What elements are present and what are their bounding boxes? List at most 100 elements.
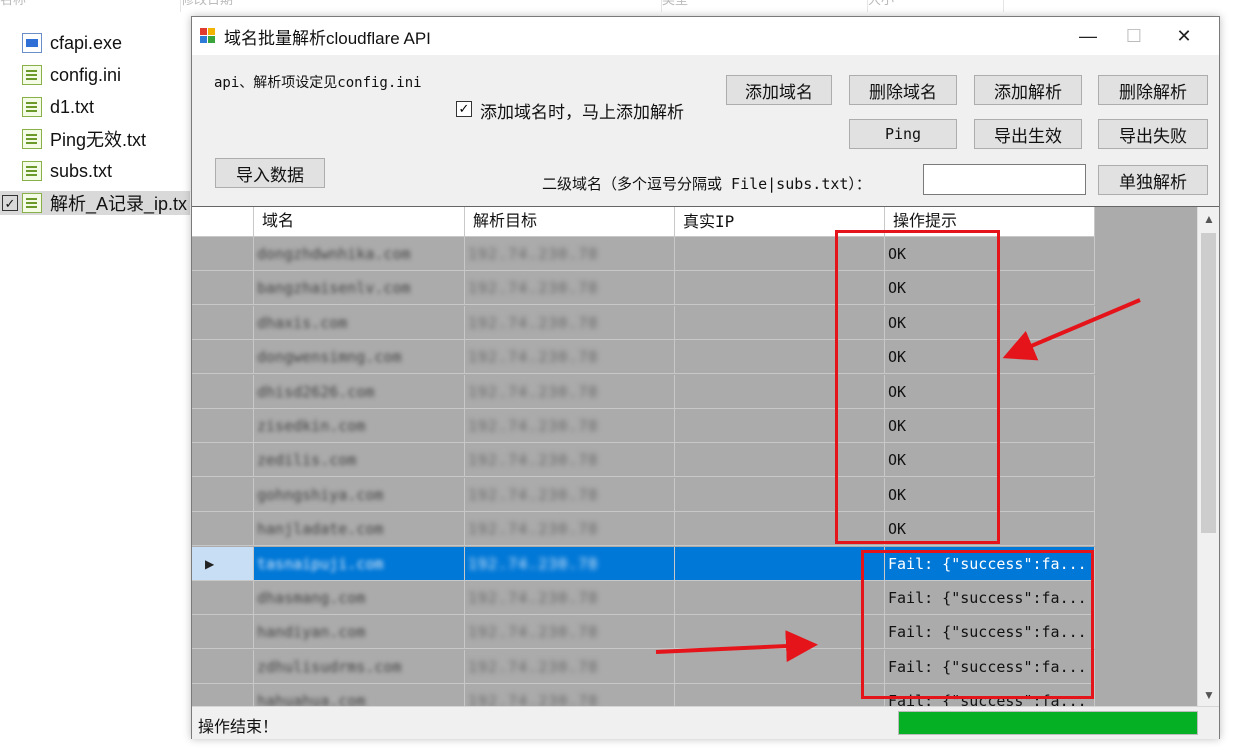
cell-target[interactable]: 192.74.230.78 (465, 305, 675, 340)
text-file-icon (22, 129, 42, 149)
close-button[interactable]: ✕ (1161, 17, 1207, 55)
subdomain-input[interactable] (923, 164, 1086, 195)
explorer-file-item-selected[interactable]: ✓ 解析_A记录_ip.tx (0, 191, 190, 215)
scroll-thumb[interactable] (1201, 233, 1216, 533)
cell-real-ip[interactable] (675, 581, 885, 615)
row-header[interactable] (192, 374, 254, 409)
maximize-button[interactable]: ☐ (1111, 17, 1157, 55)
file-name: config.ini (50, 64, 122, 85)
ok-highlight-box (835, 230, 1000, 544)
row-header[interactable] (192, 581, 254, 615)
cell-text: hahuahua.com (257, 692, 366, 707)
cell-domain[interactable]: dhaxis.com (254, 305, 465, 340)
cell-domain[interactable]: dongwensimng.com (254, 340, 465, 375)
cell-target[interactable]: 192.74.230.78 (465, 477, 675, 512)
cell-domain[interactable]: zdhulisudrms.com (254, 649, 465, 684)
cell-text: 192.74.230.78 (468, 245, 599, 263)
minimize-button[interactable]: — (1065, 17, 1111, 55)
cell-target[interactable]: 192.74.230.78 (465, 615, 675, 650)
add-domain-button[interactable]: 添加域名 (726, 75, 832, 105)
single-resolve-button[interactable]: 单独解析 (1098, 165, 1208, 195)
cell-text: tasnaipuji.com (257, 554, 384, 573)
title-bar[interactable]: 域名批量解析cloudflare API — ☐ ✕ (192, 17, 1219, 55)
cell-domain[interactable]: hahuahua.com (254, 684, 465, 707)
column-header-target[interactable]: 解析目标 (465, 207, 675, 237)
progress-bar (898, 711, 1198, 735)
cell-domain[interactable]: dhasmang.com (254, 581, 465, 615)
row-header[interactable] (192, 615, 254, 650)
cell-target[interactable]: 192.74.230.78 (465, 374, 675, 409)
cell-target[interactable]: 192.74.230.78 (465, 581, 675, 615)
row-header[interactable] (192, 649, 254, 684)
delete-domain-button[interactable]: 删除域名 (849, 75, 957, 105)
column-header-domain[interactable]: 域名 (254, 207, 465, 237)
cell-target[interactable]: 192.74.230.78 (465, 409, 675, 443)
cell-target[interactable]: 192.74.230.78 (465, 512, 675, 547)
cell-domain[interactable]: hanjladate.com (254, 512, 465, 547)
cell-domain[interactable]: dhisd2626.com (254, 374, 465, 409)
scroll-down-icon[interactable]: ▼ (1198, 685, 1219, 705)
exe-icon (22, 33, 42, 53)
auto-resolve-label: 添加域名时，马上添加解析 (480, 103, 684, 122)
import-data-button[interactable]: 导入数据 (215, 158, 325, 188)
auto-resolve-checkbox[interactable]: ✓ (456, 101, 472, 117)
cell-target[interactable]: 192.74.230.78 (465, 649, 675, 684)
row-header[interactable] (192, 237, 254, 271)
explorer-header-type[interactable]: 类型 (662, 0, 868, 12)
cell-target[interactable]: 192.74.230.78 (465, 271, 675, 306)
cell-target[interactable]: 192.74.230.78 (465, 684, 675, 707)
explorer-file-item[interactable]: Ping无效.txt (22, 127, 146, 151)
row-header[interactable] (192, 340, 254, 375)
cell-domain[interactable]: handiyan.com (254, 615, 465, 650)
app-icon (200, 28, 216, 44)
cell-text: dongzhdwnhika.com (257, 245, 411, 263)
explorer-column-header: 名称 修改日期 类型 大小 (0, 0, 1010, 12)
cell-text: zisedkin.com (257, 417, 366, 435)
cell-text: zdhulisudrms.com (257, 657, 402, 676)
explorer-header-name[interactable]: 名称 (0, 0, 181, 12)
cell-real-ip[interactable] (675, 684, 885, 707)
grid-corner-header[interactable] (192, 207, 254, 237)
explorer-header-size[interactable]: 大小 (868, 0, 1004, 12)
cell-domain[interactable]: dongzhdwnhika.com (254, 237, 465, 271)
cell-real-ip[interactable] (675, 615, 885, 650)
export-ok-button[interactable]: 导出生效 (974, 119, 1082, 149)
file-name: Ping无效.txt (50, 130, 147, 150)
cell-text: 192.74.230.78 (468, 417, 599, 435)
cell-target[interactable]: 192.74.230.78 (465, 340, 675, 375)
file-checkbox[interactable]: ✓ (2, 195, 18, 211)
row-header[interactable] (192, 477, 254, 512)
cell-domain[interactable]: zisedkin.com (254, 409, 465, 443)
file-name: cfapi.exe (50, 32, 123, 53)
cell-domain[interactable]: gohngshiya.com (254, 477, 465, 512)
cell-real-ip[interactable] (675, 649, 885, 684)
cell-text: dhisd2626.com (257, 382, 375, 401)
row-header[interactable] (192, 409, 254, 443)
cell-real-ip[interactable] (675, 546, 885, 581)
cell-domain[interactable]: tasnaipuji.com (254, 546, 465, 581)
explorer-file-item[interactable]: config.ini (22, 63, 121, 87)
row-header[interactable]: ▶ (192, 546, 254, 581)
cell-domain[interactable]: zedilis.com (254, 443, 465, 478)
cell-domain[interactable]: bangzhaisenlv.com (254, 271, 465, 306)
row-header[interactable] (192, 271, 254, 306)
explorer-file-item[interactable]: cfapi.exe (22, 31, 122, 55)
ping-button[interactable]: Ping (849, 119, 957, 149)
row-header[interactable] (192, 443, 254, 478)
row-header[interactable] (192, 684, 254, 707)
cell-target[interactable]: 192.74.230.78 (465, 443, 675, 478)
cell-text: dhaxis.com (257, 313, 348, 332)
cell-target[interactable]: 192.74.230.78 (465, 546, 675, 581)
export-fail-button[interactable]: 导出失败 (1098, 119, 1208, 149)
explorer-header-date[interactable]: 修改日期 (181, 0, 662, 12)
grid-vertical-scrollbar[interactable]: ▲ ▼ (1197, 207, 1219, 707)
add-record-button[interactable]: 添加解析 (974, 75, 1082, 105)
row-header[interactable] (192, 512, 254, 547)
row-header[interactable] (192, 305, 254, 340)
cell-target[interactable]: 192.74.230.78 (465, 237, 675, 271)
explorer-file-item[interactable]: d1.txt (22, 95, 94, 119)
file-name: subs.txt (50, 160, 113, 181)
scroll-up-icon[interactable]: ▲ (1198, 209, 1219, 229)
delete-record-button[interactable]: 删除解析 (1098, 75, 1208, 105)
explorer-file-item[interactable]: subs.txt (22, 159, 112, 183)
